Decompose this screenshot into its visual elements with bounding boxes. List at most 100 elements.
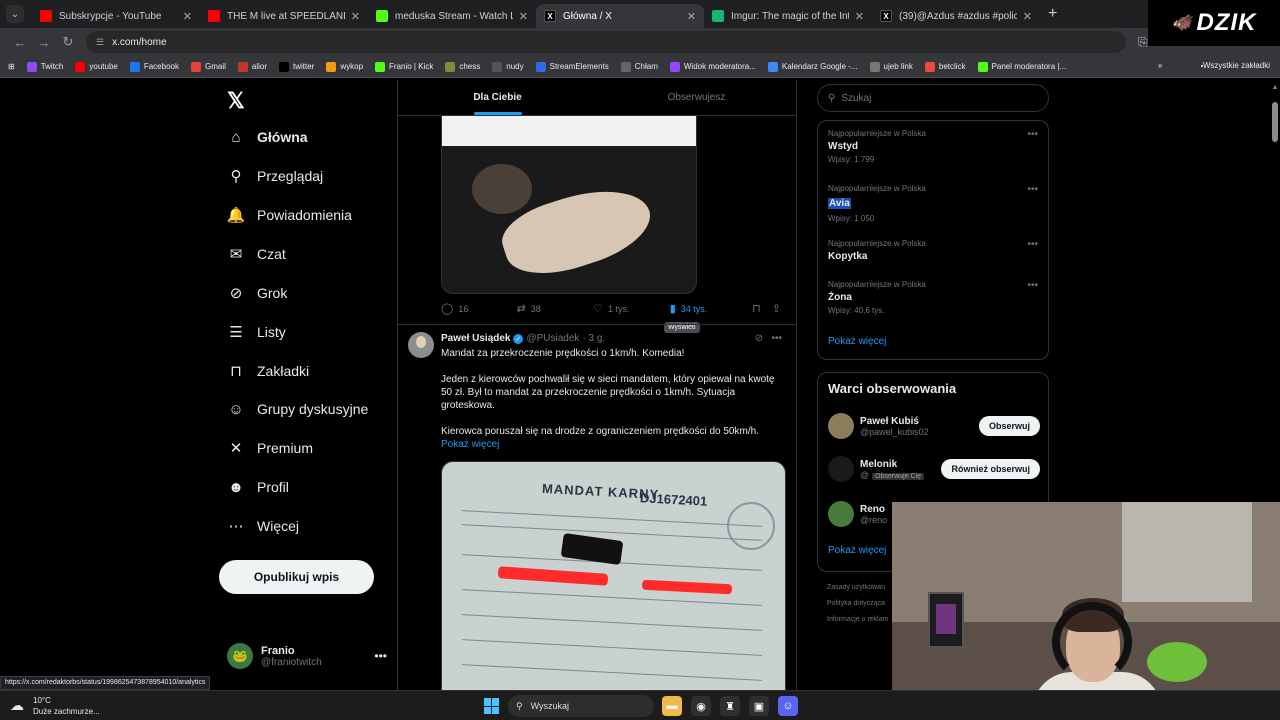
bookmark-item[interactable]: Franio | Kick — [375, 61, 433, 72]
more-dots-icon[interactable]: ••• — [374, 649, 387, 663]
author-handle[interactable]: @PUsiadek — [526, 333, 579, 344]
url-field[interactable]: ☰ x.com/home — [86, 31, 1126, 53]
chrome-icon[interactable]: ◉ — [691, 696, 711, 716]
more-dots-icon[interactable]: ••• — [1027, 129, 1038, 140]
tab-for-you[interactable]: Dla Ciebie — [398, 80, 597, 115]
tab-following[interactable]: Obserwujesz — [597, 80, 796, 115]
nav-item-people[interactable]: ☺ Grupy dyskusyjne — [227, 400, 368, 418]
bookmark-item[interactable]: Twitch — [26, 61, 63, 72]
nav-item-x[interactable]: ✕ Premium — [227, 439, 313, 457]
nav-item-list[interactable]: ☰ Listy — [227, 323, 286, 341]
more-dots-icon[interactable]: ••• — [771, 333, 782, 344]
close-icon[interactable]: ✕ — [687, 10, 696, 23]
bookmark-item[interactable]: twitter — [279, 61, 314, 72]
browser-tab[interactable]: THE M live at SPEEDLAND FEST ✕ — [200, 4, 368, 28]
nav-item-search[interactable]: ⚲ Przeglądaj — [227, 167, 324, 185]
search-input[interactable]: ⚲ Szukaj — [817, 84, 1049, 112]
footer-link[interactable]: Polityka dotycząca — [827, 596, 888, 612]
app-icon[interactable]: ▣ — [749, 696, 769, 716]
suggestion-item[interactable]: Melonik @ Obserwuje Cię Również obserwuj — [828, 456, 1040, 482]
follow-button[interactable]: Również obserwuj — [941, 459, 1040, 479]
bookmark-item[interactable]: betclick — [924, 61, 966, 72]
discord-icon[interactable]: ☺ — [778, 696, 798, 716]
trend-item[interactable]: Najpopularniejsze w Polska Wstyd Wpisy: 1 … — [828, 129, 1038, 164]
nav-item-bookmark[interactable]: ⊓ Zakładki — [227, 362, 309, 380]
trend-item[interactable]: Najpopularniejsze w Polska Kopytka ••• — [828, 239, 1038, 262]
avatar[interactable] — [828, 456, 854, 482]
bookmark-item[interactable]: Panel moderatora |... — [977, 61, 1066, 72]
new-tab-button[interactable]: + — [1048, 5, 1057, 23]
file-explorer-icon[interactable]: ▬ — [662, 696, 682, 716]
tweet-time[interactable]: · 3 g. — [582, 333, 605, 344]
close-icon[interactable]: ✕ — [855, 10, 864, 23]
suggestion-item[interactable]: Paweł Kubiś @pawel_kubis02 Obserwuj — [828, 413, 1040, 439]
avatar[interactable] — [828, 413, 854, 439]
bookmark-item[interactable]: chess — [445, 61, 480, 72]
share-button[interactable]: ⇪ — [772, 302, 786, 315]
scroll-up-icon[interactable]: ▲ — [1270, 84, 1280, 91]
more-dots-icon[interactable]: ••• — [1027, 184, 1038, 195]
nav-item-user[interactable]: ☻ Profil — [227, 478, 289, 496]
trend-item[interactable]: Najpopularniejsze w Polska Żona Wpisy: 40,… — [828, 280, 1038, 315]
bookmark-item[interactable]: Facebook — [129, 61, 179, 72]
author-name[interactable]: Paweł Usiądek — [441, 333, 510, 344]
nav-item-bell[interactable]: 🔔 Powiadomienia — [227, 206, 352, 224]
nav-item-home[interactable]: ⌂ Główna — [227, 128, 307, 146]
bookmark-item[interactable]: nudy — [492, 61, 524, 72]
bookmark-item[interactable]: Gmail — [190, 61, 226, 72]
footer-link[interactable]: Informacje o reklam — [827, 612, 888, 628]
apps-icon[interactable]: ⊞ — [8, 62, 15, 71]
back-button[interactable]: ← — [8, 35, 32, 50]
avatar[interactable] — [828, 501, 854, 527]
reload-button[interactable]: ↻ — [56, 34, 80, 50]
bookmark-item[interactable]: Widok moderatora... — [669, 61, 756, 72]
show-more-link[interactable]: Pokaż więcej — [441, 439, 499, 450]
start-button[interactable] — [484, 698, 500, 714]
nav-item-more[interactable]: ⋯ Więcej — [227, 517, 300, 535]
browser-tab[interactable]: Subskrypcje - YouTube ✕ — [32, 4, 200, 28]
bookmarks-overflow-icon[interactable]: » — [1158, 61, 1162, 70]
close-icon[interactable]: ✕ — [519, 10, 528, 23]
account-switcher[interactable]: 🐸 Franio @franiotwitch ••• — [227, 643, 387, 669]
close-icon[interactable]: ✕ — [351, 10, 360, 23]
nav-item-mail[interactable]: ✉ Czat — [227, 245, 286, 263]
bookmark-item[interactable]: alior — [237, 61, 267, 72]
follow-button[interactable]: Obserwuj — [978, 416, 1040, 436]
bookmark-item[interactable]: ujeb link — [869, 61, 913, 72]
bookmark-item[interactable]: Chłam — [620, 61, 658, 72]
bookmark-item[interactable]: wykop — [326, 61, 363, 72]
x-logo-icon[interactable]: 𝕏 — [227, 88, 245, 114]
grok-icon[interactable]: ⊘ — [755, 333, 763, 344]
browser-tab[interactable]: X (39)@Azdus #azdus #policja # ✕ — [872, 4, 1040, 28]
like-button[interactable]: ♡ 1 tys. — [593, 302, 670, 315]
reply-button[interactable]: ◯ 16 — [441, 302, 517, 315]
forward-button[interactable]: → — [32, 35, 56, 50]
weather-widget[interactable]: ☁ 10°C Duże zachmurze... — [10, 695, 100, 717]
bookmark-button[interactable]: ⊓ — [752, 302, 772, 315]
bookmark-item[interactable]: youtube — [75, 61, 118, 72]
site-info-icon[interactable]: ☰ — [96, 37, 104, 48]
more-dots-icon[interactable]: ••• — [1027, 239, 1038, 250]
views-button[interactable]: ▮ 34 tys. — [670, 302, 752, 315]
trends-show-more[interactable]: Pokaż więcej — [828, 336, 886, 347]
bookmark-item[interactable]: StreamElements — [535, 61, 609, 72]
trend-item[interactable]: Najpopularniejsze w Polska Avia Wpisy: 1 0… — [828, 184, 1038, 223]
browser-tab[interactable]: meduska Stream - Watch Live o ✕ — [368, 4, 536, 28]
more-dots-icon[interactable]: ••• — [1027, 280, 1038, 291]
install-icon[interactable]: ⎘ — [1138, 35, 1148, 50]
footer-link[interactable]: Zasady użytkowan — [827, 580, 888, 596]
browser-tab[interactable]: Imgur: The magic of the Interne ✕ — [704, 4, 872, 28]
tab-search-button[interactable]: ⌄ — [6, 5, 24, 23]
repost-button[interactable]: ⇄ 38 — [517, 302, 594, 315]
tweet-media[interactable] — [441, 116, 697, 294]
close-icon[interactable]: ✕ — [1023, 10, 1032, 23]
app-icon[interactable]: ♜ — [720, 696, 740, 716]
all-bookmarks[interactable]: Wszystkie zakładki — [1200, 61, 1270, 70]
tweet-image[interactable]: MANDAT KARNY DJ1672401 — [441, 461, 786, 690]
who-to-follow-show-more[interactable]: Pokaż więcej — [828, 545, 886, 556]
avatar[interactable] — [408, 332, 434, 358]
bookmark-item[interactable]: Kalendarz Google -... — [767, 61, 858, 72]
browser-tab[interactable]: X Główna / X ✕ — [536, 4, 704, 28]
scrollbar-thumb[interactable] — [1272, 102, 1278, 142]
post-button[interactable]: Opublikuj wpis — [219, 560, 374, 594]
